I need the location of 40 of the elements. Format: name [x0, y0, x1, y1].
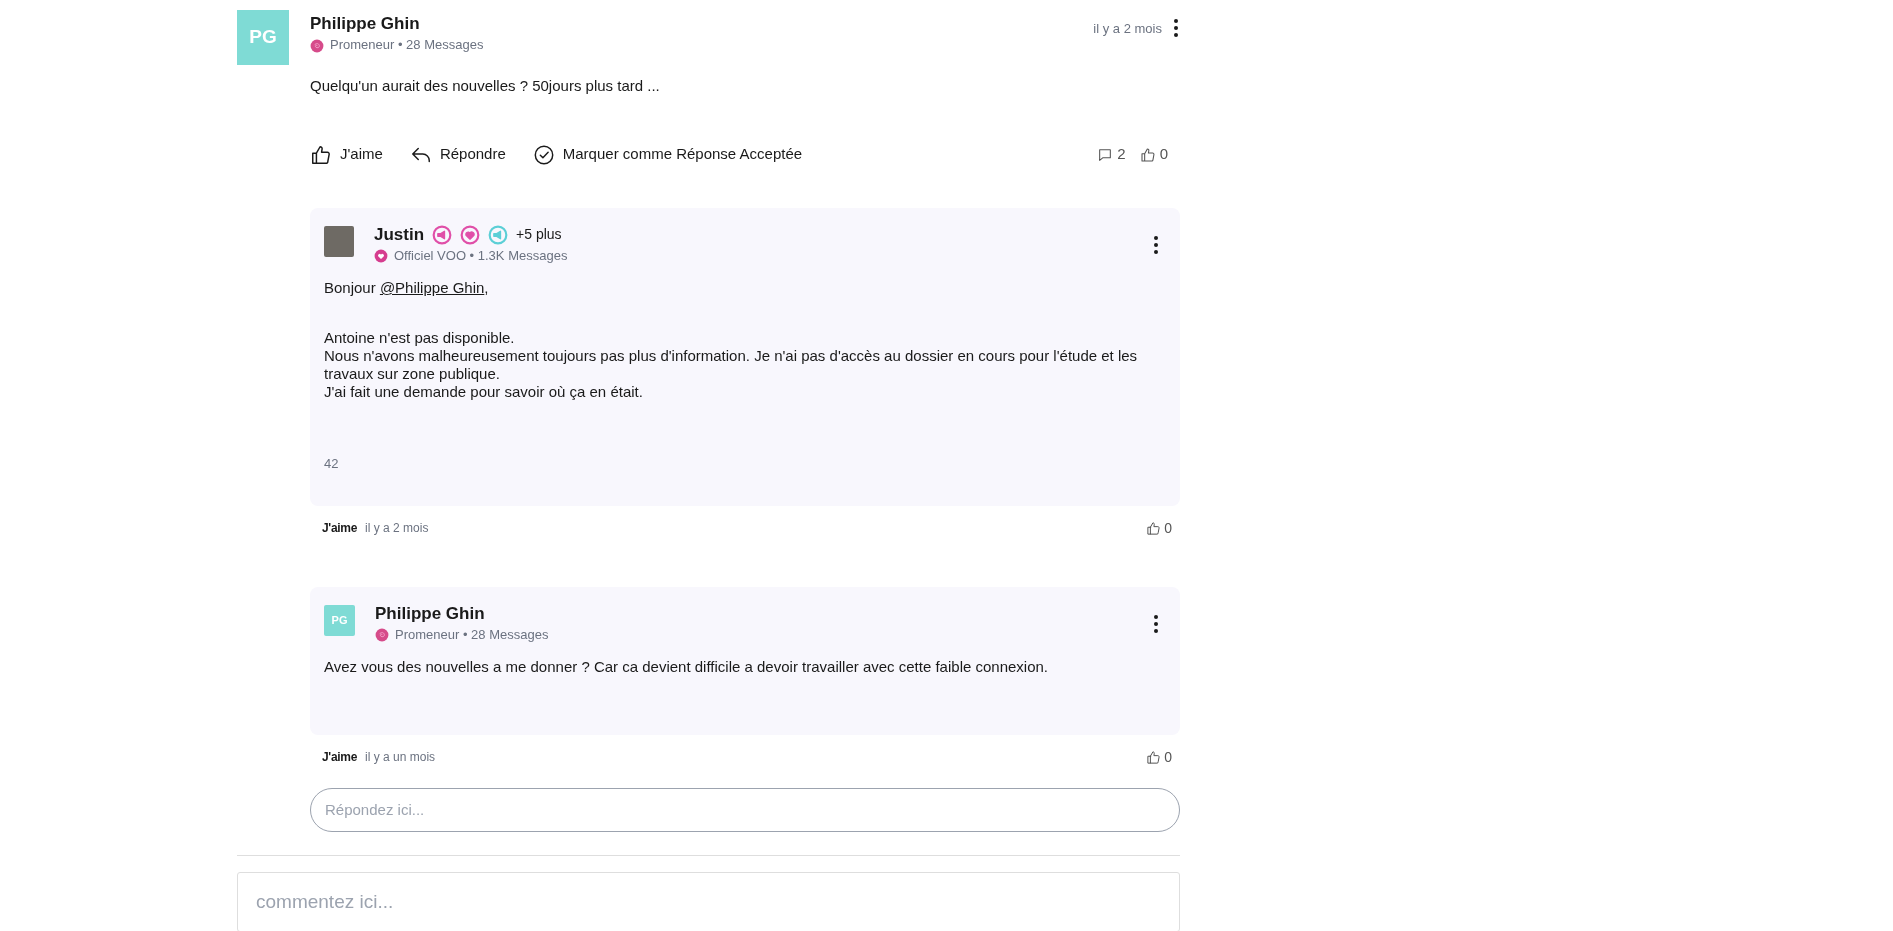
author-rank: Promeneur • 28 Messages	[330, 36, 484, 54]
thumbs-up-icon	[1146, 520, 1162, 536]
avatar-photo[interactable]	[324, 225, 354, 257]
reply-text: Nous n'avons malheureusement toujours pas plus d'information. Je n'ai pas d'accès au dossier en cours pour l'étude et les travaux sur zone publique.	[324, 347, 1139, 383]
reply-text: J'ai fait une demande pour savoir où ça en était.	[324, 383, 644, 401]
reply-text: Antoine n'est pas disponible.	[324, 329, 516, 347]
comment-input-field[interactable]: commentez ici...	[237, 871, 1180, 931]
heart-badge-icon	[374, 249, 388, 264]
thumbs-up-icon	[1139, 146, 1156, 163]
more-badges-link[interactable]: +5 plus	[516, 224, 562, 245]
comment-count[interactable]: 2	[1097, 143, 1126, 166]
like-button[interactable]: J'aime	[322, 519, 358, 537]
thumbs-up-icon	[310, 143, 332, 166]
action-button[interactable]: J'aime	[310, 143, 383, 166]
more-options-icon[interactable]	[1154, 614, 1158, 633]
author-rank: Officiel VOO • 1.3K Messages	[394, 246, 568, 265]
author-rank: Promeneur • 28 Messages	[395, 625, 549, 644]
reply-time: il y a 2 mois	[365, 520, 429, 537]
more-options-icon[interactable]	[1154, 235, 1158, 254]
action-button[interactable]: Répondre	[409, 143, 506, 166]
comment-icon	[1097, 146, 1114, 163]
thumbs-up-icon	[1146, 749, 1162, 765]
like-count[interactable]: 0	[1139, 143, 1168, 166]
check-circle-icon	[532, 143, 555, 166]
post-text: Quelqu'un aurait des nouvelles ? 50jours plus tard ...	[310, 76, 661, 96]
swirl-badge-icon	[375, 628, 389, 643]
post-time: il y a 2 mois	[1093, 20, 1162, 38]
author-name[interactable]: Philippe Ghin	[375, 602, 485, 625]
reply-text: Avez vous des nouvelles a me donner ? Car ca devient difficile a devoir travailler avec cette faible connexion.	[324, 658, 1050, 676]
like-count[interactable]: 0	[1146, 746, 1172, 768]
like-button[interactable]: J'aime	[322, 748, 358, 766]
reply-text: Bonjour @Philippe Ghin,	[324, 279, 490, 297]
swirl-badge-icon	[310, 38, 324, 53]
author-name[interactable]: Philippe Ghin	[310, 13, 420, 35]
reply-input-field[interactable]: Répondez ici...	[310, 787, 1180, 832]
action-button[interactable]: Marquer comme Réponse Acceptée	[532, 143, 803, 166]
like-count[interactable]: 0	[1146, 517, 1172, 539]
reply-time: il y a un mois	[365, 749, 436, 766]
reply-footnote: 42	[324, 455, 340, 473]
author-name[interactable]: Justin	[374, 223, 425, 246]
